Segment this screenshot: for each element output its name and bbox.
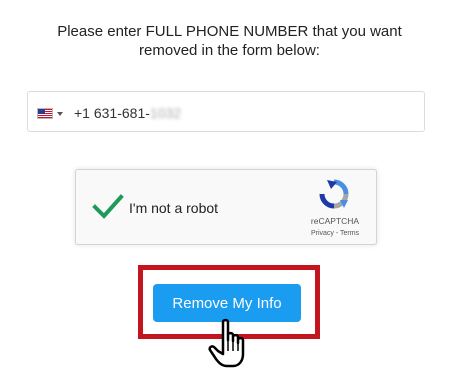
- checkmark-icon[interactable]: [92, 192, 124, 222]
- recaptcha-widget: I'm not a robot reCAPTCHA Privacy - Term…: [75, 169, 377, 245]
- recaptcha-brand: reCAPTCHA: [310, 216, 360, 226]
- recaptcha-links: Privacy - Terms: [302, 230, 368, 237]
- remove-my-info-button[interactable]: Remove My Info: [153, 284, 301, 322]
- phone-number-redacted: 1032: [149, 105, 182, 121]
- instructions-line-1: Please enter FULL PHONE NUMBER that you …: [57, 23, 402, 40]
- privacy-link[interactable]: Privacy: [311, 230, 334, 237]
- recaptcha-checkbox-label: I'm not a robot: [129, 200, 219, 216]
- instructions-text: Please enter FULL PHONE NUMBER that you …: [20, 22, 439, 60]
- recaptcha-logo-icon: [319, 179, 349, 209]
- phone-removal-form: Please enter FULL PHONE NUMBER that you …: [0, 0, 459, 372]
- phone-number-field[interactable]: +1 631-681-1032: [27, 91, 425, 132]
- phone-number-value: +1 631-681-: [74, 105, 150, 121]
- us-flag-icon[interactable]: [37, 108, 53, 119]
- instructions-line-2: removed in the form below:: [139, 42, 320, 59]
- phone-number-input[interactable]: +1 631-681-1032: [74, 103, 274, 123]
- country-dropdown-caret-icon[interactable]: [57, 112, 63, 116]
- hand-pointer-cursor-icon: [208, 318, 245, 368]
- terms-link[interactable]: Terms: [340, 230, 359, 237]
